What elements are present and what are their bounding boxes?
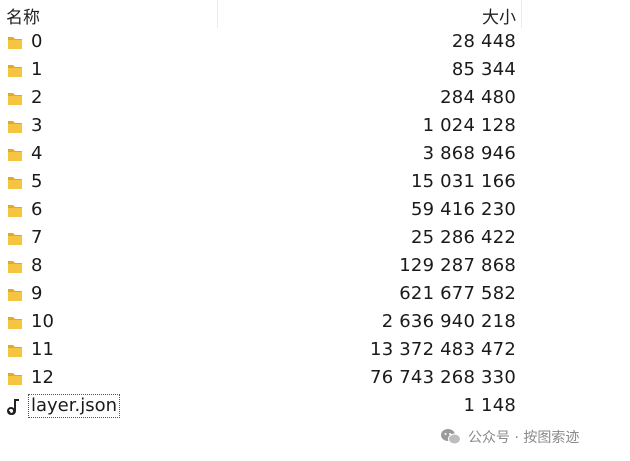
file-row[interactable]: 7 25 286 422: [0, 225, 630, 253]
column-header-bar: 名称 大小: [0, 0, 630, 28]
file-row[interactable]: 11 13 372 483 472: [0, 337, 630, 365]
watermark-text: 公众号 · 按图索迹: [468, 430, 580, 446]
file-name: 1: [31, 59, 43, 80]
file-size: 2 636 940 218: [381, 311, 516, 332]
file-size: 59 416 230: [410, 199, 516, 220]
file-size: 85 344: [451, 59, 516, 80]
folder-icon: [6, 202, 24, 220]
file-size: 1 148: [463, 395, 516, 416]
file-row[interactable]: 9 621 677 582: [0, 281, 630, 309]
file-name: 8: [31, 255, 43, 276]
file-row[interactable]: 2 284 480: [0, 85, 630, 113]
json-file-icon: [6, 398, 24, 416]
file-name: 4: [31, 143, 43, 164]
folder-icon: [6, 34, 24, 52]
file-row[interactable]: 4 3 868 946: [0, 141, 630, 169]
file-row[interactable]: 0 28 448: [0, 29, 630, 57]
file-size: 1 024 128: [422, 115, 516, 136]
file-name[interactable]: layer.json: [28, 394, 121, 418]
folder-icon: [6, 286, 24, 304]
file-row[interactable]: 10 2 636 940 218: [0, 309, 630, 337]
file-size: 28 448: [451, 31, 516, 52]
file-row[interactable]: 6 59 416 230: [0, 197, 630, 225]
folder-icon: [6, 230, 24, 248]
file-name: 12: [31, 367, 54, 388]
file-name: 2: [31, 87, 43, 108]
column-header-name[interactable]: 名称: [6, 3, 40, 28]
file-row[interactable]: 5 15 031 166: [0, 169, 630, 197]
folder-icon: [6, 314, 24, 332]
file-name: 9: [31, 283, 43, 304]
column-header-size[interactable]: 大小: [218, 3, 516, 28]
file-name: 5: [31, 171, 43, 192]
file-name: 0: [31, 31, 43, 52]
file-row[interactable]: 1 85 344: [0, 57, 630, 85]
file-size: 13 372 483 472: [370, 339, 516, 360]
folder-icon: [6, 146, 24, 164]
file-row[interactable]: 3 1 024 128: [0, 113, 630, 141]
folder-icon: [6, 342, 24, 360]
file-list: 0 28 448 1 85 344 2 284 480 3 1 0 2 4 12 8 …: [0, 29, 630, 421]
folder-icon: [6, 90, 24, 108]
watermark: 公众号 · 按图索迹: [440, 424, 579, 450]
file-size: 621 677 582: [399, 283, 516, 304]
file-size: 25 286 422: [410, 227, 516, 248]
file-name: 10: [31, 311, 54, 332]
file-size: 284 480: [440, 87, 516, 108]
file-name: 7: [31, 227, 43, 248]
folder-icon: [6, 370, 24, 388]
file-size: 3 868 946: [422, 143, 516, 164]
wechat-icon: [441, 429, 461, 445]
file-size: 76 743 268 330: [370, 367, 516, 388]
folder-icon: [6, 62, 24, 80]
folder-icon: [6, 174, 24, 192]
file-name: 3: [31, 115, 43, 136]
file-row[interactable]: layer.json 1 148: [0, 393, 630, 421]
file-name: 11: [31, 339, 54, 360]
file-size: 15 031 166: [410, 171, 516, 192]
file-name: 6: [31, 199, 43, 220]
column-divider[interactable]: [521, 0, 522, 28]
file-row[interactable]: 8 129 287 868: [0, 253, 630, 281]
file-row[interactable]: 12 76 743 268 330: [0, 365, 630, 393]
folder-icon: [6, 258, 24, 276]
folder-icon: [6, 118, 24, 136]
file-size: 129 287 868: [399, 255, 516, 276]
